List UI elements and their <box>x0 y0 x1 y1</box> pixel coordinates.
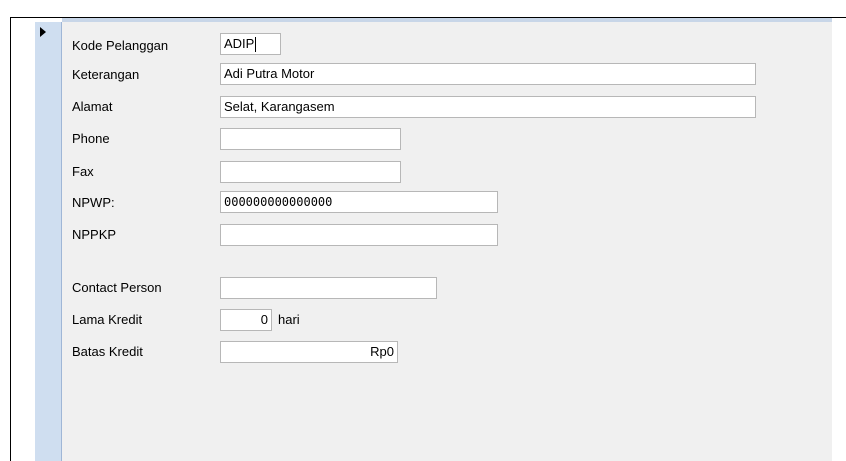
contact-person-field[interactable] <box>220 277 437 299</box>
text-cursor <box>255 37 257 53</box>
kode-pelanggan-value: ADIP <box>224 36 255 51</box>
npwp-field[interactable]: 000000000000000 <box>220 191 498 213</box>
kode-pelanggan-label: Kode Pelanggan <box>72 38 169 53</box>
lama-kredit-label: Lama Kredit <box>72 312 143 327</box>
kode-pelanggan-field[interactable]: ADIP <box>220 33 281 55</box>
record-selector[interactable] <box>35 22 62 461</box>
keterangan-field[interactable]: Adi Putra Motor <box>220 63 756 85</box>
batas-kredit-label: Batas Kredit <box>72 344 143 359</box>
current-record-arrow-icon <box>40 27 46 37</box>
nppkp-label: NPPKP <box>72 227 117 242</box>
lama-kredit-unit: hari <box>278 312 300 327</box>
alamat-field[interactable]: Selat, Karangasem <box>220 96 756 118</box>
npwp-label: NPWP: <box>72 195 115 210</box>
fax-label: Fax <box>72 164 94 179</box>
batas-kredit-field[interactable]: Rp0 <box>220 341 398 363</box>
lama-kredit-field[interactable]: 0 <box>220 309 272 331</box>
phone-field[interactable] <box>220 128 401 150</box>
nppkp-field[interactable] <box>220 224 498 246</box>
alamat-label: Alamat <box>72 99 113 114</box>
fax-field[interactable] <box>220 161 401 183</box>
keterangan-label: Keterangan <box>72 67 140 82</box>
phone-label: Phone <box>72 131 110 146</box>
contact-person-label: Contact Person <box>72 280 162 295</box>
